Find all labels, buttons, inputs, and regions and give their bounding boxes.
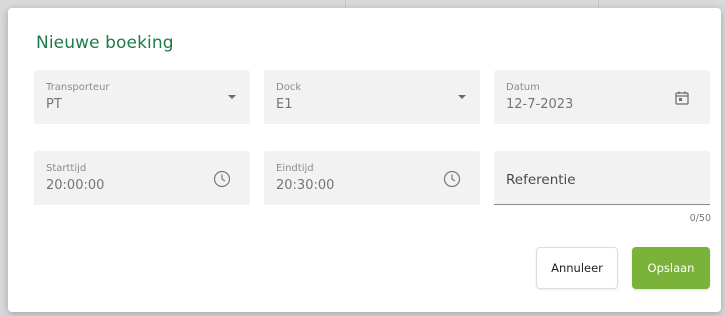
backdrop-divider (345, 0, 346, 8)
dock-select[interactable]: Dock E1 (264, 70, 480, 124)
clock-icon[interactable] (212, 169, 232, 189)
transporteur-value: PT (46, 97, 62, 112)
backdrop-divider (598, 0, 599, 8)
datum-label: Datum (506, 82, 540, 93)
referentie-label: Referentie (506, 172, 576, 188)
transporteur-label: Transporteur (46, 82, 110, 93)
dock-label: Dock (276, 82, 302, 93)
datum-field[interactable]: Datum 12-7-2023 (494, 70, 710, 124)
eindtijd-field[interactable]: Eindtijd 20:30:00 (264, 151, 480, 205)
starttijd-value: 20:00:00 (46, 178, 105, 193)
referentie-input[interactable]: Referentie (494, 151, 710, 205)
starttijd-label: Starttijd (46, 163, 87, 174)
calendar-icon[interactable] (672, 88, 692, 108)
eindtijd-value: 20:30:00 (276, 178, 335, 193)
chevron-down-icon[interactable] (228, 95, 236, 99)
clock-icon[interactable] (442, 169, 462, 189)
transporteur-select[interactable]: Transporteur PT (34, 70, 250, 124)
booking-dialog: Nieuwe boeking Transporteur PT Dock E1 D… (8, 8, 721, 312)
chevron-down-icon[interactable] (458, 95, 466, 99)
save-button[interactable]: Opslaan (632, 247, 710, 289)
starttijd-field[interactable]: Starttijd 20:00:00 (34, 151, 250, 205)
referentie-char-counter: 0/50 (689, 213, 711, 224)
eindtijd-label: Eindtijd (276, 163, 314, 174)
dialog-title: Nieuwe boeking (36, 33, 174, 53)
datum-value: 12-7-2023 (506, 97, 574, 112)
cancel-button[interactable]: Annuleer (536, 247, 618, 289)
dock-value: E1 (276, 97, 293, 112)
